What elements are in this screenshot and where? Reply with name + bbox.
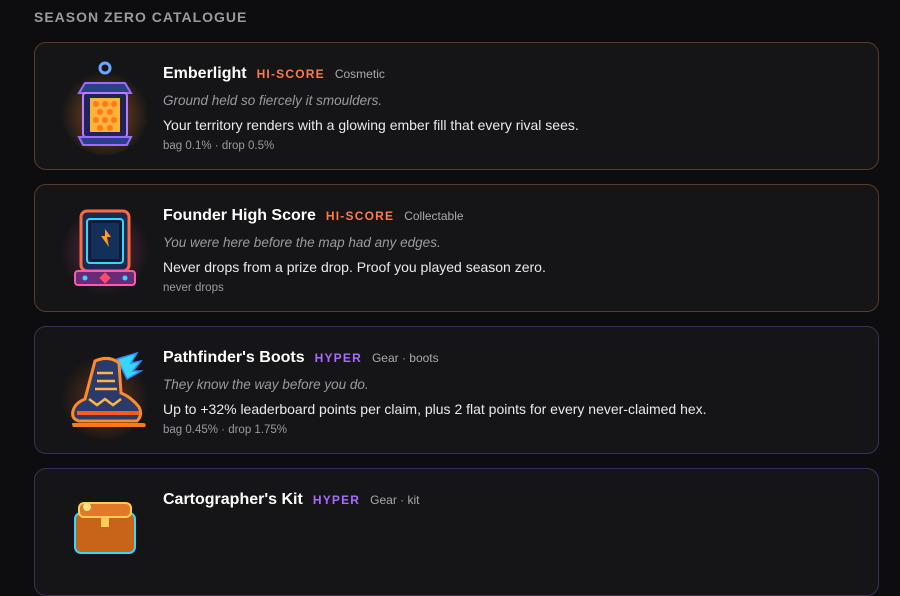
item-category: Collectable bbox=[404, 209, 464, 223]
rarity-badge: HYPER bbox=[312, 493, 361, 507]
catalogue-item-card[interactable]: Founder High Score HI-SCORE Collectable … bbox=[34, 184, 879, 312]
catalogue-item-card[interactable]: Cartographer's Kit HYPER Gear · kit bbox=[34, 468, 879, 596]
item-name: Pathfinder's Boots bbox=[163, 349, 305, 366]
item-drop-odds: never drops bbox=[163, 282, 224, 294]
catalogue-item-card[interactable]: Pathfinder's Boots HYPER Gear · boots Th… bbox=[34, 326, 879, 454]
winged-boot-icon bbox=[57, 343, 153, 439]
item-category: Cosmetic bbox=[334, 67, 385, 81]
item-name: Cartographer's Kit bbox=[163, 491, 303, 508]
arcade-trophy-icon bbox=[57, 201, 153, 297]
item-description: Up to +32% leaderboard points per claim,… bbox=[163, 401, 707, 417]
item-flavor-text: You were here before the map had any edg… bbox=[163, 235, 441, 250]
rarity-badge: HI-SCORE bbox=[256, 67, 325, 81]
rarity-badge: HYPER bbox=[314, 351, 362, 365]
lantern-icon bbox=[57, 59, 153, 155]
item-description: Your territory renders with a glowing em… bbox=[163, 117, 579, 133]
item-flavor-text: Ground held so fiercely it smoulders. bbox=[163, 93, 383, 108]
item-name: Founder High Score bbox=[163, 207, 316, 224]
item-name: Emberlight bbox=[163, 65, 247, 82]
rarity-badge: HI-SCORE bbox=[325, 209, 395, 223]
item-drop-odds: bag 0.1% · drop 0.5% bbox=[163, 140, 275, 152]
item-category: Gear · boots bbox=[371, 351, 439, 365]
item-category: Gear · kit bbox=[370, 493, 420, 507]
item-flavor-text: They know the way before you do. bbox=[163, 377, 369, 392]
section-title: SEASON ZERO CATALOGUE bbox=[34, 9, 248, 25]
treasure-kit-icon bbox=[57, 485, 153, 581]
item-drop-odds: bag 0.45% · drop 1.75% bbox=[163, 424, 288, 436]
catalogue-item-card[interactable]: Emberlight HI-SCORE Cosmetic Ground held… bbox=[34, 42, 879, 170]
item-description: Never drops from a prize drop. Proof you… bbox=[163, 259, 546, 275]
